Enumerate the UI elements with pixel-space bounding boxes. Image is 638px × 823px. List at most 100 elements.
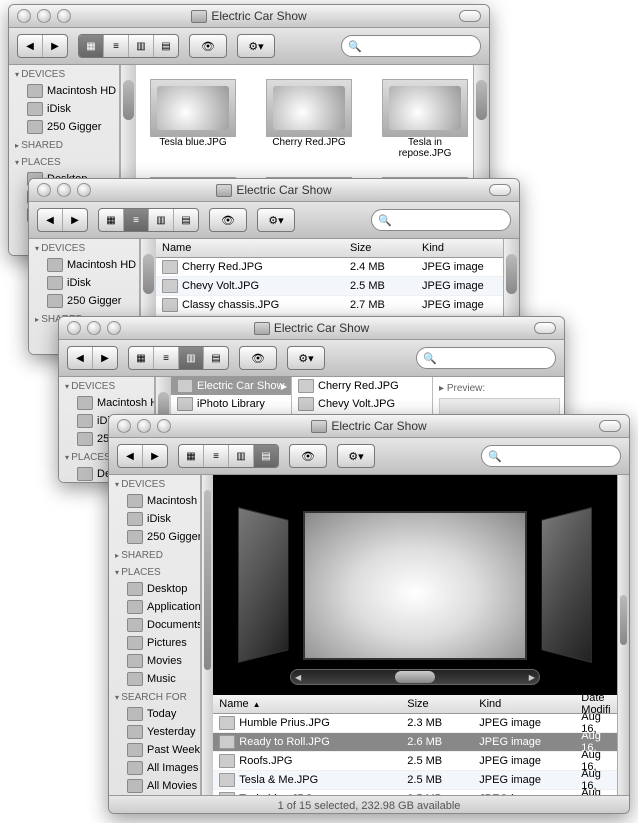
search-field[interactable]: 🔍 xyxy=(481,445,621,467)
action-button[interactable]: ⚙▾ xyxy=(237,34,275,58)
forward-button[interactable]: ▶ xyxy=(143,445,167,467)
quicklook-button[interactable]: 👁 xyxy=(189,34,227,58)
sidebar-heading-devices[interactable]: Devices xyxy=(9,65,119,82)
quicklook-button[interactable]: 👁 xyxy=(289,444,327,468)
action-button[interactable]: ⚙▾ xyxy=(287,346,325,370)
sidebar-item[interactable]: Documents xyxy=(109,616,200,634)
titlebar[interactable]: Electric Car Show xyxy=(59,317,564,340)
back-button[interactable]: ◀ xyxy=(38,209,63,231)
quicklook-button[interactable]: 👁 xyxy=(209,208,247,232)
sidebar-heading-devices[interactable]: Devices xyxy=(109,475,200,492)
scroll-thumb[interactable] xyxy=(143,254,154,294)
sidebar-item[interactable]: Macintosh HD xyxy=(9,82,119,100)
sidebar-heading-places[interactable]: Places xyxy=(109,563,200,580)
zoom-button[interactable] xyxy=(107,321,121,335)
view-switcher[interactable]: ▦ ≡ ▥ ▤ xyxy=(128,346,229,370)
nav-buttons[interactable]: ◀▶ xyxy=(117,444,168,468)
back-button[interactable]: ◀ xyxy=(18,35,43,57)
minimize-button[interactable] xyxy=(57,183,71,197)
sidebar-item[interactable]: Yesterday xyxy=(109,723,200,741)
column-headers[interactable]: Name Size Kind Date Modi xyxy=(156,239,503,258)
coverflow-view-button[interactable]: ▤ xyxy=(254,445,278,467)
column-headers[interactable]: Name ▲ Size Kind Date Modifi xyxy=(213,695,616,714)
sidebar-item[interactable]: iDisk xyxy=(29,274,139,292)
table-row[interactable]: Chevy Volt.JPG2.5 MBJPEG imageAug 16 xyxy=(156,277,503,296)
sidebar-heading-devices[interactable]: Devices xyxy=(59,377,154,394)
zoom-button[interactable] xyxy=(157,419,171,433)
file-item[interactable]: Tesla blue.JPG xyxy=(150,79,236,159)
coverflow-view-button[interactable]: ▤ xyxy=(204,347,228,369)
zoom-button[interactable] xyxy=(77,183,91,197)
coverflow-scrubber[interactable]: ◀ ▶ xyxy=(290,669,540,685)
close-button[interactable] xyxy=(17,9,31,23)
forward-button[interactable]: ▶ xyxy=(43,35,67,57)
action-button[interactable]: ⚙▾ xyxy=(257,208,295,232)
titlebar[interactable]: Electric Car Show xyxy=(29,179,519,202)
table-row[interactable]: Ready to Roll.JPG2.6 MBJPEG imageAug 16, xyxy=(213,733,616,752)
col-kind[interactable]: Kind xyxy=(473,698,575,710)
scrub-left-icon[interactable]: ◀ xyxy=(295,673,301,682)
sidebar-item[interactable]: All Images xyxy=(109,759,200,777)
back-button[interactable]: ◀ xyxy=(68,347,93,369)
col-kind[interactable]: Kind xyxy=(416,242,503,254)
table-row[interactable]: Classy chassis.JPG2.7 MBJPEG imageAug 16 xyxy=(156,296,503,315)
sidebar-item[interactable]: Macintosh HD xyxy=(29,256,139,274)
sidebar-item[interactable]: 250 Gigger xyxy=(29,292,139,310)
minimize-button[interactable] xyxy=(87,321,101,335)
sidebar-item[interactable]: iDisk xyxy=(9,100,119,118)
titlebar[interactable]: Electric Car Show xyxy=(109,415,629,438)
icon-view-button[interactable]: ▦ xyxy=(129,347,154,369)
nav-buttons[interactable]: ◀▶ xyxy=(17,34,68,58)
sidebar-item[interactable]: Applications xyxy=(109,598,200,616)
column-item[interactable]: Electric Car Show▶ xyxy=(171,377,291,395)
col-size[interactable]: Size xyxy=(401,698,473,710)
sidebar-heading-shared[interactable]: Shared xyxy=(9,136,119,153)
column-item[interactable]: Chevy Volt.JPG xyxy=(292,395,432,413)
scroll-thumb[interactable] xyxy=(506,254,517,294)
search-field[interactable]: 🔍 xyxy=(371,209,511,231)
sidebar-item[interactable]: iDisk xyxy=(109,510,200,528)
close-button[interactable] xyxy=(67,321,81,335)
zoom-button[interactable] xyxy=(57,9,71,23)
sidebar-item[interactable]: Movies xyxy=(109,652,200,670)
list-view-button[interactable]: ≡ xyxy=(124,209,149,231)
coverflow-view-button[interactable]: ▤ xyxy=(174,209,198,231)
nav-buttons[interactable]: ◀▶ xyxy=(67,346,118,370)
forward-button[interactable]: ▶ xyxy=(63,209,87,231)
toolbar-toggle-button[interactable] xyxy=(489,184,511,196)
col-name[interactable]: Name ▲ xyxy=(213,698,401,710)
content-scrollbar[interactable] xyxy=(617,475,629,795)
scrub-knob[interactable] xyxy=(395,671,435,683)
toolbar-toggle-button[interactable] xyxy=(534,322,556,334)
icon-view-button[interactable]: ▦ xyxy=(179,445,204,467)
sidebar-item[interactable]: Past Week xyxy=(109,741,200,759)
coverflow-list[interactable]: Name ▲ Size Kind Date Modifi Humble Priu… xyxy=(213,695,616,795)
toolbar-toggle-button[interactable] xyxy=(599,420,621,432)
sidebar-item[interactable]: Macintosh HD xyxy=(59,394,154,412)
sidebar-heading-searchfor[interactable]: Search For xyxy=(109,688,200,705)
action-button[interactable]: ⚙▾ xyxy=(337,444,375,468)
quicklook-button[interactable]: 👁 xyxy=(239,346,277,370)
column-item[interactable]: Cherry Red.JPG xyxy=(292,377,432,395)
scroll-thumb[interactable] xyxy=(123,80,134,120)
file-item[interactable]: Tesla in repose.JPG xyxy=(382,79,468,159)
column-item[interactable]: iPhoto Library xyxy=(171,395,291,413)
forward-button[interactable]: ▶ xyxy=(93,347,117,369)
col-size[interactable]: Size xyxy=(344,242,416,254)
icon-view-button[interactable]: ▦ xyxy=(79,35,104,57)
sidebar-heading-shared[interactable]: Shared xyxy=(109,546,200,563)
column-view-button[interactable]: ▥ xyxy=(179,347,204,369)
sidebar-item[interactable]: Today xyxy=(109,705,200,723)
coverflow-view-button[interactable]: ▤ xyxy=(154,35,178,57)
col-name[interactable]: Name xyxy=(156,242,344,254)
column-view-button[interactable]: ▥ xyxy=(129,35,154,57)
table-row[interactable]: Tesla & Me.JPG2.5 MBJPEG imageAug 16, xyxy=(213,771,616,790)
sidebar-item[interactable]: 250 Gigger xyxy=(109,528,200,546)
sidebar-heading-devices[interactable]: Devices xyxy=(29,239,139,256)
column-view-button[interactable]: ▥ xyxy=(149,209,174,231)
scroll-thumb[interactable] xyxy=(476,80,487,120)
minimize-button[interactable] xyxy=(37,9,51,23)
icon-view-button[interactable]: ▦ xyxy=(99,209,124,231)
titlebar[interactable]: Electric Car Show xyxy=(9,5,489,28)
nav-buttons[interactable]: ◀▶ xyxy=(37,208,88,232)
